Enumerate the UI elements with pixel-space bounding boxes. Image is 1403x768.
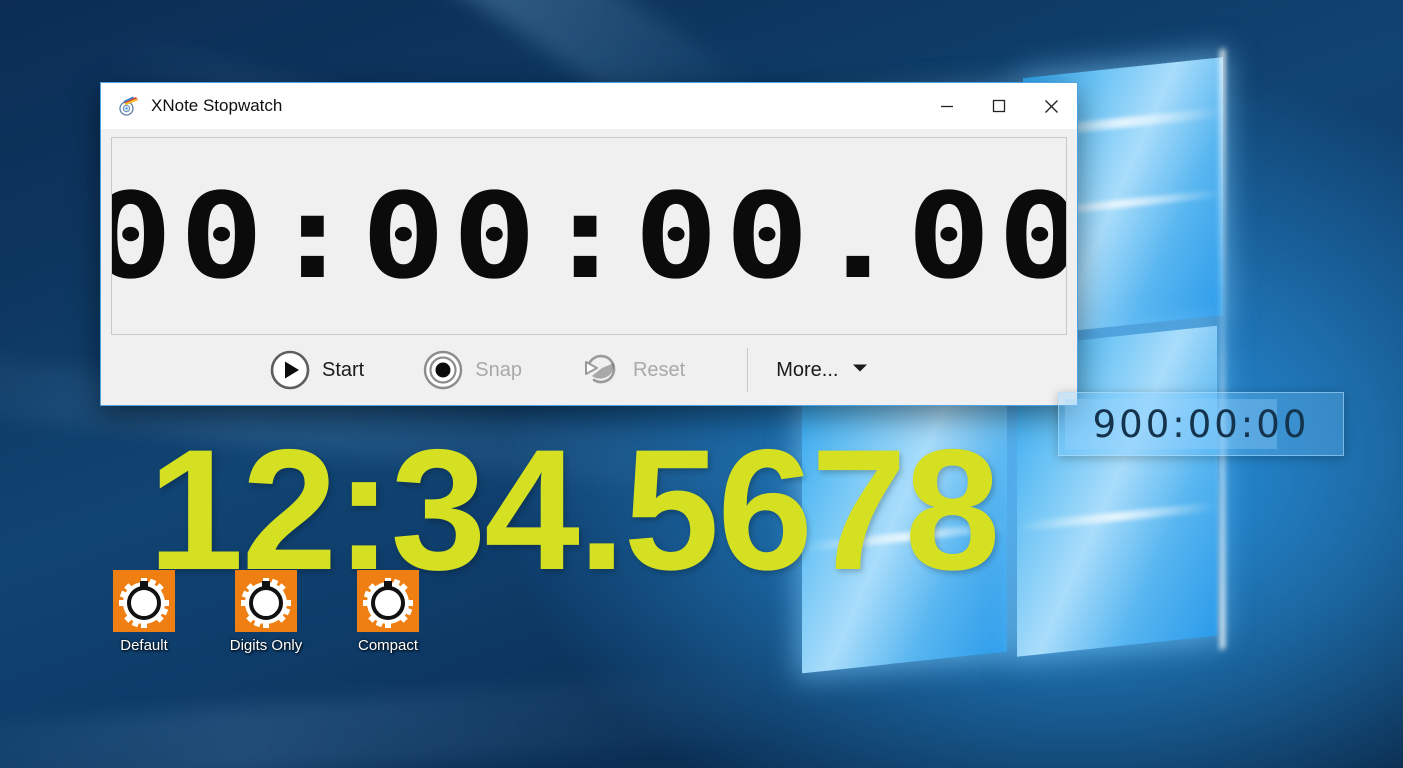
reset-button-label: Reset (632, 358, 686, 381)
stopwatch-app-icon (117, 95, 139, 117)
compact-widget-time-value: 900:00:00 (1092, 402, 1310, 446)
close-icon (1044, 99, 1058, 113)
start-button[interactable]: Start (269, 349, 364, 391)
desktop-icon-group: Default Digits Only Compact (98, 570, 434, 654)
maximize-icon (992, 99, 1006, 113)
more-menu-label: More... (776, 358, 839, 381)
start-button-label: Start (322, 358, 365, 381)
desktop-icon-compact[interactable]: Compact (342, 570, 434, 654)
undo-arrow-icon (580, 349, 622, 391)
maximize-button[interactable] (973, 83, 1025, 129)
window-title-text: XNote Stopwatch (151, 96, 283, 115)
close-button[interactable] (1025, 83, 1077, 129)
window-title-bar[interactable]: XNote Stopwatch (101, 83, 1077, 129)
desktop-icon-default[interactable]: Default (98, 570, 190, 654)
window-controls (921, 83, 1077, 129)
stopwatch-cog-icon (235, 570, 297, 632)
snap-button-label: Snap (475, 358, 522, 381)
xnote-stopwatch-window: XNote Stopwatch 00:00:00.00 Start Snap R… (100, 82, 1078, 406)
more-menu-button[interactable]: More... (776, 359, 868, 382)
stopwatch-cog-icon (357, 570, 419, 632)
minimize-button[interactable] (921, 83, 973, 129)
desktop-icon-digits-only[interactable]: Digits Only (220, 570, 312, 654)
wallpaper-light-beam (0, 668, 782, 768)
stopwatch-time-value: 00:00:00.00 (111, 167, 1067, 305)
stopwatch-toolbar: Start Snap Reset More... (101, 335, 1077, 405)
play-circle-icon (269, 349, 311, 391)
desktop-icon-label: Default (120, 637, 168, 654)
desktop-icon-label: Compact (357, 637, 419, 654)
record-circle-icon (422, 349, 464, 391)
snap-button[interactable]: Snap (422, 349, 522, 391)
reset-button[interactable]: Reset (580, 349, 685, 391)
minimize-icon (941, 105, 953, 108)
desktop-background: 12:34.5678 Default Digits Only Compact X… (0, 0, 1403, 768)
chevron-down-icon (852, 361, 868, 379)
wallpaper-edge-glow (1220, 48, 1225, 650)
toolbar-separator (747, 348, 749, 392)
compact-stopwatch-widget[interactable]: 900:00:00 (1058, 392, 1344, 456)
stopwatch-display-panel[interactable]: 00:00:00.00 (111, 137, 1067, 335)
desktop-icon-label: Digits Only (229, 637, 303, 654)
stopwatch-cog-icon (113, 570, 175, 632)
